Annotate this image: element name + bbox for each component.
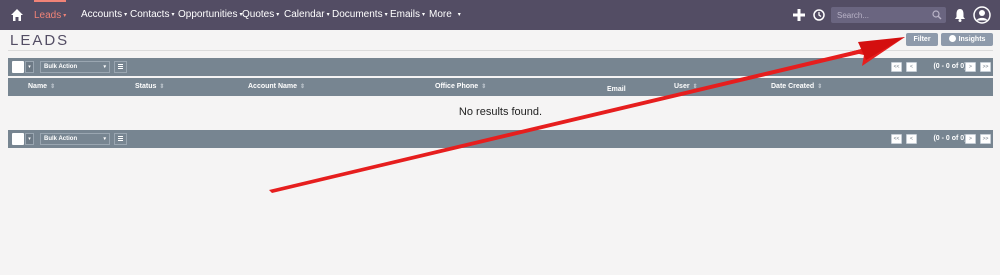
pager-first-button[interactable]: <<: [891, 62, 902, 72]
sort-icon: ⇕: [159, 84, 165, 90]
column-label: Name: [28, 83, 48, 90]
insights-button[interactable]: Insights: [941, 33, 993, 46]
bulk-action-label: Bulk Action: [44, 136, 78, 142]
chevron-down-icon: ▾: [276, 12, 280, 18]
select-all-checkbox[interactable]: [12, 61, 24, 73]
sort-icon: ⇕: [300, 84, 306, 90]
select-menu-dropdown[interactable]: ▾: [25, 61, 34, 73]
search-input[interactable]: [831, 7, 929, 23]
pager-next-button[interactable]: >: [965, 134, 976, 144]
nav-item-emails[interactable]: Emails ▾: [390, 0, 425, 30]
column-header-status[interactable]: Status ⇕: [135, 78, 164, 96]
chevron-down-icon: ▾: [103, 136, 106, 142]
column-label: Account Name: [248, 83, 298, 90]
pager-last-button[interactable]: >>: [980, 134, 991, 144]
nav-label: Accounts: [81, 9, 123, 20]
plus-icon[interactable]: [792, 7, 806, 23]
nav-label: Emails: [390, 9, 421, 20]
column-header-name[interactable]: Name ⇕: [28, 78, 55, 96]
pager-prev-button[interactable]: <: [906, 62, 917, 72]
list-action-bar-top: ▾ Bulk Action ▾ << < (0 - 0 of 0) > >>: [8, 58, 993, 76]
chevron-down-icon: ▾: [422, 12, 426, 18]
column-label: User: [674, 83, 690, 90]
page-title: LEADS: [10, 32, 70, 49]
history-icon[interactable]: [812, 7, 826, 23]
column-header-date-created[interactable]: Date Created ⇕: [771, 78, 822, 96]
column-label: Status: [135, 83, 157, 90]
filter-button[interactable]: Filter: [906, 33, 938, 46]
nav-label: Contacts: [130, 9, 170, 20]
insights-icon: [948, 35, 956, 42]
pager-first-button[interactable]: <<: [891, 134, 902, 144]
chevron-down-icon: ▾: [124, 12, 128, 18]
sort-icon: ⇕: [817, 84, 823, 90]
nav-item-accounts[interactable]: Accounts ▾: [81, 0, 127, 30]
chevron-down-icon: ▾: [28, 136, 31, 142]
nav-label: Calendar: [284, 9, 325, 20]
nav-item-more[interactable]: More ▾: [429, 0, 461, 30]
insights-label: Insights: [958, 36, 986, 43]
column-label: Email: [607, 86, 626, 93]
column-label: Date Created: [771, 83, 815, 90]
chevron-down-icon: ▾: [326, 12, 330, 18]
table-header: Name ⇕ Status ⇕ Account Name ⇕ Office Phone…: [8, 78, 993, 96]
sort-icon: ⇕: [50, 84, 56, 90]
sort-icon: ⇕: [481, 84, 487, 90]
nav-label: Leads: [34, 10, 62, 21]
empty-results-message: No results found.: [458, 106, 543, 118]
global-search: [831, 7, 946, 23]
column-chooser-button[interactable]: [114, 61, 127, 73]
nav-item-quotes[interactable]: Quotes ▾: [242, 0, 279, 30]
column-chooser-button[interactable]: [114, 133, 127, 145]
pager-last-button[interactable]: >>: [980, 62, 991, 72]
chevron-down-icon: ▾: [457, 12, 461, 18]
column-header-account-name[interactable]: Account Name ⇕: [248, 78, 305, 96]
nav-label: Quotes: [242, 9, 275, 20]
chevron-down-icon: ▾: [384, 12, 388, 18]
nav-item-documents[interactable]: Documents ▾: [332, 0, 388, 30]
bulk-action-dropdown[interactable]: Bulk Action ▾: [40, 61, 110, 73]
nav-label: More: [429, 9, 452, 20]
bulk-action-dropdown[interactable]: Bulk Action ▾: [40, 133, 110, 145]
bulk-action-label: Bulk Action: [44, 64, 78, 70]
user-avatar-icon[interactable]: [973, 6, 991, 24]
pager-prev-button[interactable]: <: [906, 134, 917, 144]
sort-icon: ⇕: [692, 84, 698, 90]
pager-next-button[interactable]: >: [965, 62, 976, 72]
nav-item-calendar[interactable]: Calendar ▾: [284, 0, 330, 30]
nav-item-opportunities[interactable]: Opportunities ▾: [178, 0, 243, 30]
nav-label: Documents: [332, 9, 383, 20]
bell-icon[interactable]: [953, 7, 967, 23]
select-all-checkbox[interactable]: [12, 133, 24, 145]
select-menu-dropdown[interactable]: ▾: [25, 133, 34, 145]
top-navigation-bar: Leads ▾ Accounts ▾ Contacts ▾ Opportunities…: [0, 0, 1000, 30]
column-header-office-phone[interactable]: Office Phone ⇕: [435, 78, 486, 96]
column-header-user[interactable]: User ⇕: [674, 78, 698, 96]
chevron-down-icon: ▾: [171, 12, 175, 18]
nav-label: Opportunities: [178, 9, 238, 20]
nav-item-leads[interactable]: Leads ▾: [34, 0, 67, 30]
search-icon[interactable]: [932, 10, 942, 20]
column-label: Office Phone: [435, 83, 479, 90]
list-action-bar-bottom: ▾ Bulk Action ▾ << < (0 - 0 of 0) > >>: [8, 130, 993, 148]
chevron-down-icon: ▾: [63, 13, 67, 19]
home-icon[interactable]: [10, 8, 24, 22]
nav-item-contacts[interactable]: Contacts ▾: [130, 0, 174, 30]
chevron-down-icon: ▾: [28, 64, 31, 70]
title-divider: [8, 50, 993, 51]
chevron-down-icon: ▾: [103, 64, 106, 70]
